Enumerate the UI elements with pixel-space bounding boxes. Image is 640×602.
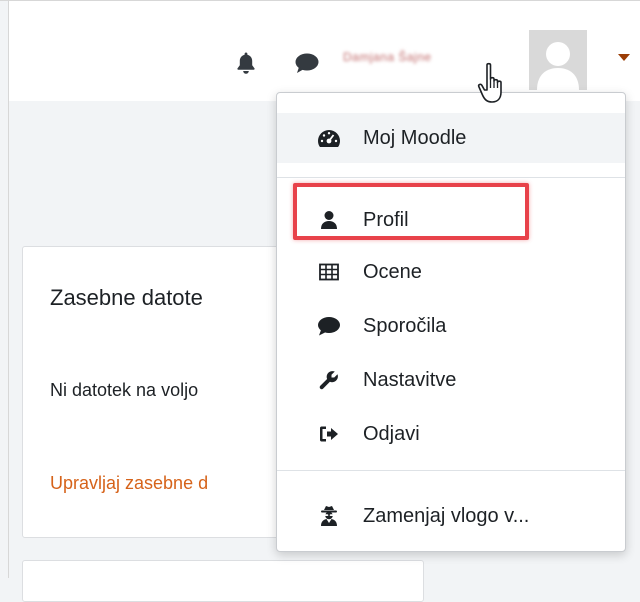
sign-out-icon (317, 422, 341, 446)
menu-label-profile: Profil (363, 208, 409, 231)
wrench-icon (317, 368, 341, 392)
caret-down-icon[interactable] (618, 54, 630, 61)
card-title: Zasebne datote (50, 285, 203, 310)
menu-label-logout: Odjavi (363, 422, 420, 445)
menu-label-messages: Sporočila (363, 314, 447, 337)
menu-divider (277, 470, 625, 471)
manage-private-files-link[interactable]: Upravljaj zasebne d (50, 473, 208, 494)
bell-icon[interactable] (233, 49, 259, 77)
user-name[interactable]: Damjana Šajne (343, 50, 432, 64)
menu-item-switch-role[interactable]: Zamenjaj vlogo v... (277, 492, 625, 540)
menu-item-preferences[interactable]: Nastavitve (277, 356, 625, 404)
hand-cursor-icon (476, 62, 516, 112)
menu-item-dashboard[interactable]: Moj Moodle (277, 113, 625, 163)
menu-item-profile[interactable]: Profil (277, 196, 625, 244)
avatar[interactable] (529, 30, 587, 90)
chat-icon[interactable] (293, 51, 321, 75)
menu-item-logout[interactable]: Odjavi (277, 410, 625, 458)
user-icon (317, 208, 341, 232)
dashboard-icon (317, 126, 341, 150)
user-secret-icon (317, 504, 341, 528)
table-icon (317, 260, 341, 284)
menu-label-preferences: Nastavitve (363, 368, 457, 391)
menu-divider (277, 177, 625, 178)
menu-item-messages[interactable]: Sporočila (277, 302, 625, 350)
menu-item-grades[interactable]: Ocene (277, 248, 625, 296)
menu-label-grades: Ocene (363, 260, 422, 283)
second-card (22, 560, 424, 602)
top-navbar: Damjana Šajne (9, 1, 640, 101)
menu-label-switch-role: Zamenjaj vlogo v... (363, 504, 530, 527)
menu-label-dashboard: Moj Moodle (363, 126, 467, 149)
empty-files-text: Ni datotek na voljo (50, 380, 199, 400)
user-menu-dropdown: Moj Moodle Profil Ocene Sporočila Nastav… (276, 92, 626, 552)
comment-icon (317, 314, 341, 338)
